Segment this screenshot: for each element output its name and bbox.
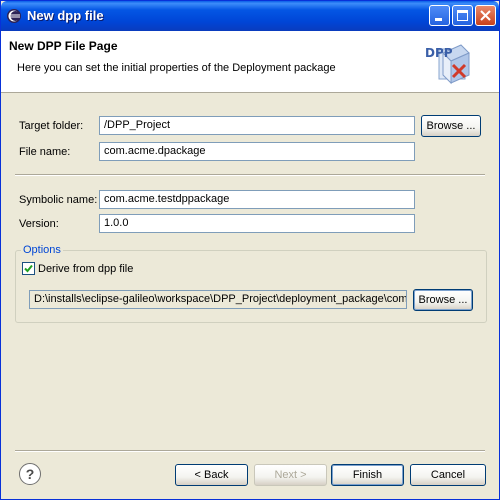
- symbolic-name-label: Symbolic name:: [19, 194, 98, 206]
- separator: [15, 174, 485, 176]
- next-button[interactable]: Next >: [254, 464, 327, 486]
- minimize-icon: [435, 18, 442, 21]
- file-name-input[interactable]: com.acme.dpackage: [99, 142, 415, 161]
- close-icon: [480, 10, 491, 21]
- close-button[interactable]: [475, 5, 496, 26]
- options-group-title: Options: [21, 244, 63, 256]
- derive-checkbox[interactable]: [22, 262, 35, 275]
- version-label: Version:: [19, 218, 59, 230]
- finish-button[interactable]: Finish: [331, 464, 404, 486]
- options-group: [15, 250, 487, 323]
- logo-text: DPP: [425, 46, 453, 60]
- version-input[interactable]: 1.0.0: [99, 214, 415, 233]
- back-button[interactable]: < Back: [175, 464, 248, 486]
- browse-dpp-file-button[interactable]: Browse ...: [413, 289, 473, 311]
- eclipse-icon: [7, 9, 21, 23]
- maximize-button[interactable]: [452, 5, 473, 26]
- footer-separator: [15, 450, 485, 452]
- symbolic-name-input[interactable]: com.acme.testdppackage: [99, 190, 415, 209]
- page-description: Here you can set the initial properties …: [17, 62, 336, 74]
- help-icon[interactable]: ?: [19, 463, 41, 485]
- checkmark-icon: [24, 264, 33, 273]
- target-folder-label: Target folder:: [19, 120, 84, 132]
- minimize-button[interactable]: [429, 5, 450, 26]
- dialog-window: New dpp file New DPP File Page Here you …: [0, 0, 500, 500]
- browse-target-folder-button[interactable]: Browse ...: [421, 115, 481, 137]
- dpp-logo-icon: DPP: [425, 44, 470, 85]
- target-folder-input[interactable]: /DPP_Project: [99, 116, 415, 135]
- page-title: New DPP File Page: [9, 39, 118, 53]
- derive-checkbox-label[interactable]: Derive from dpp file: [38, 263, 133, 275]
- maximize-icon: [457, 10, 468, 21]
- dpp-file-path-input[interactable]: D:\installs\eclipse-galileo\workspace\DP…: [29, 290, 407, 309]
- file-name-label: File name:: [19, 146, 71, 158]
- cancel-button[interactable]: Cancel: [410, 464, 486, 486]
- wizard-banner: New DPP File Page Here you can set the i…: [1, 31, 499, 93]
- title-bar[interactable]: New dpp file: [1, 1, 499, 31]
- window-title: New dpp file: [27, 8, 104, 23]
